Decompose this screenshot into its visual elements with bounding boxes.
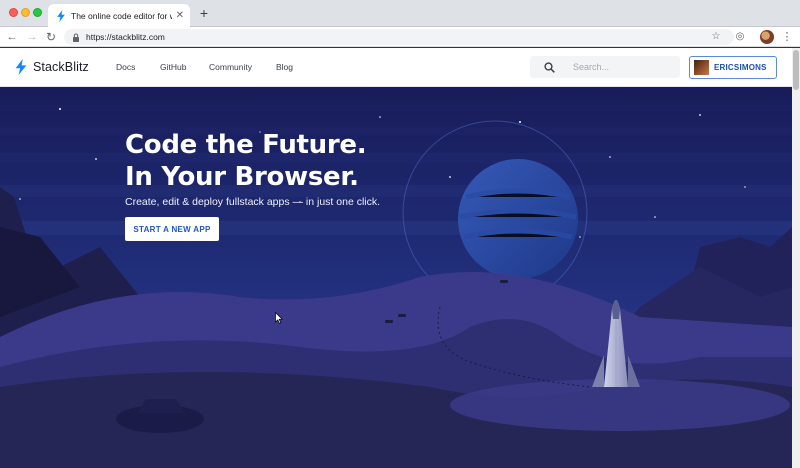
hero-title-line2: In Your Browser. — [125, 162, 359, 192]
browser-tab[interactable]: The online code editor for web ✕ — [48, 4, 190, 27]
forward-icon[interactable]: → — [24, 29, 40, 45]
profile-icon[interactable] — [760, 30, 774, 44]
nav-github[interactable]: GitHub — [160, 62, 186, 72]
user-name: ERICSIMONS — [714, 63, 767, 72]
hero-illustration — [0, 87, 792, 468]
hero-section: Code the Future. In Your Browser. Create… — [0, 87, 792, 468]
brand-name: StackBlitz — [33, 60, 89, 74]
stackblitz-bolt-icon — [15, 59, 27, 75]
planet — [458, 159, 578, 279]
new-tab-button[interactable]: + — [196, 5, 212, 21]
page-scrollbar[interactable] — [792, 48, 800, 468]
hero-title: Code the Future. In Your Browser. — [125, 129, 367, 193]
nav-blog[interactable]: Blog — [276, 62, 293, 72]
back-icon[interactable]: ← — [4, 29, 20, 45]
start-new-app-button[interactable]: START A NEW APP — [125, 217, 219, 241]
stackblitz-bolt-icon — [57, 9, 65, 22]
window-minimize-button[interactable] — [21, 8, 30, 17]
lock-icon — [73, 33, 79, 42]
user-menu-button[interactable]: ERICSIMONS — [689, 56, 777, 79]
browser-tabstrip: The online code editor for web ✕ + — [0, 0, 800, 27]
tab-title: The online code editor for web — [71, 10, 172, 21]
site-logo[interactable]: StackBlitz — [15, 59, 89, 75]
window-maximize-button[interactable] — [33, 8, 42, 17]
hero-title-line1: Code the Future. — [125, 130, 367, 160]
browser-toolbar: ← → ↻ https://stackblitz.com ☆ ◎ ⋮ — [0, 27, 800, 47]
address-bar[interactable]: https://stackblitz.com — [64, 29, 734, 45]
url-text: https://stackblitz.com — [86, 32, 165, 42]
window-close-button[interactable] — [9, 8, 18, 17]
web-page: StackBlitz Docs GitHub Community Blog ER… — [0, 48, 800, 468]
hero-subtitle: Create, edit & deploy fullstack apps — i… — [125, 196, 381, 208]
close-icon[interactable]: ✕ — [176, 10, 184, 21]
mouse-cursor-icon — [275, 312, 283, 324]
nav-docs[interactable]: Docs — [116, 62, 135, 72]
avatar — [694, 60, 709, 75]
search-input[interactable] — [573, 62, 668, 72]
menu-icon[interactable]: ⋮ — [780, 30, 794, 44]
star-icon[interactable]: ☆ — [709, 30, 723, 44]
scrollbar-thumb[interactable] — [793, 50, 799, 90]
extension-icon[interactable]: ◎ — [733, 30, 747, 44]
search-icon — [544, 61, 555, 73]
nav-community[interactable]: Community — [209, 62, 252, 72]
search-box — [530, 56, 680, 78]
site-header: StackBlitz Docs GitHub Community Blog ER… — [0, 48, 800, 87]
reload-icon[interactable]: ↻ — [43, 29, 59, 45]
